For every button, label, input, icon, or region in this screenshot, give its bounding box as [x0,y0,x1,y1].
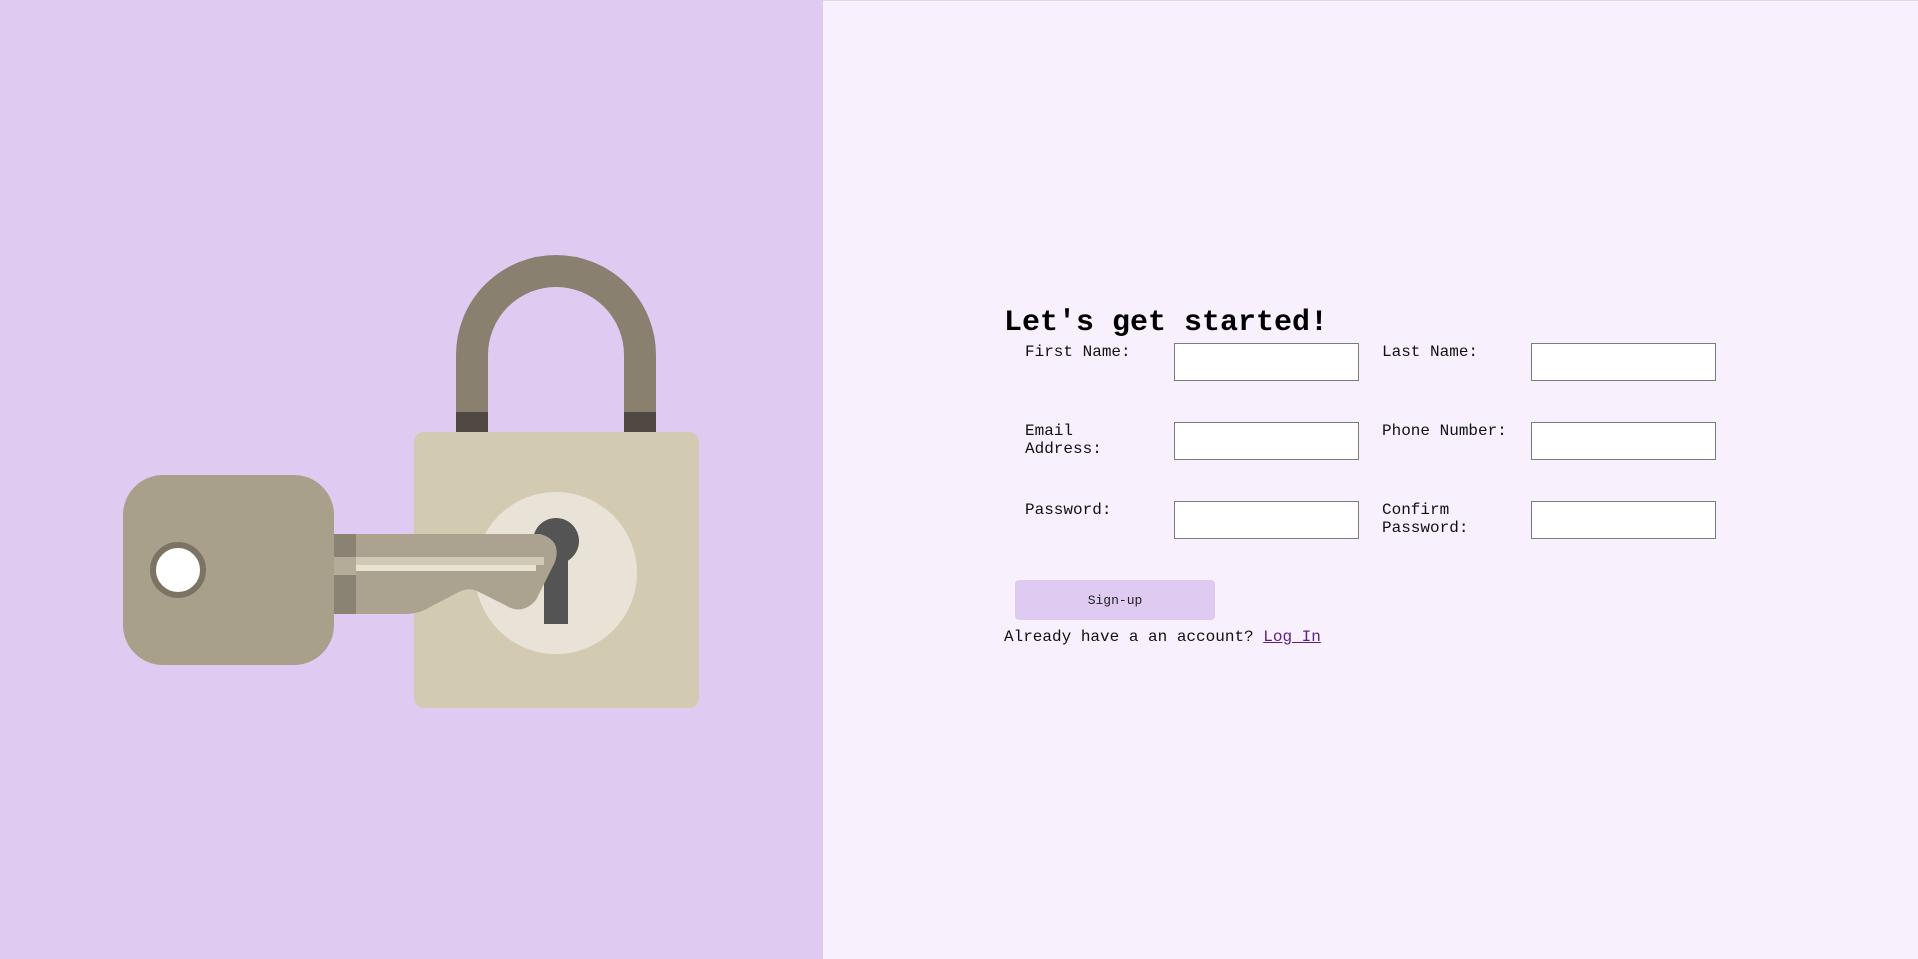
last-name-field[interactable] [1531,343,1716,381]
padlock-icon [414,255,699,708]
signup-button[interactable]: Sign-up [1015,580,1215,620]
form-row-passwords: Password: Confirm Password: [1004,501,1764,580]
phone-field[interactable] [1531,422,1716,460]
form-row-contact: Email Address: Phone Number: [1004,422,1764,501]
form-actions: Sign-up [1004,580,1764,620]
password-label: Password: [1025,501,1112,519]
first-name-field[interactable] [1174,343,1359,381]
first-name-label: First Name: [1025,343,1131,361]
already-have-account-text: Already have a an account? Log In [1004,628,1321,646]
signup-panel: Let's get started! First Name: Last Name… [823,0,1918,959]
confirm-password-field[interactable] [1531,501,1716,539]
phone-label: Phone Number: [1382,422,1507,440]
password-field[interactable] [1174,501,1359,539]
last-name-label: Last Name: [1382,343,1479,361]
login-prompt: Already have a an account? Log In [1004,628,1764,652]
lock-and-key-illustration [123,255,699,708]
form-row-names: First Name: Last Name: [1004,343,1764,422]
login-link[interactable]: Log In [1263,628,1321,646]
email-field[interactable] [1174,422,1359,460]
confirm-password-label: Confirm Password: [1382,501,1469,537]
email-label: Email Address: [1025,422,1102,458]
already-have-account-label: Already have a an account? [1004,628,1254,646]
signup-form: Let's get started! First Name: Last Name… [1004,303,1764,652]
page-title: Let's get started! [1004,306,1329,340]
illustration-panel [0,0,823,959]
